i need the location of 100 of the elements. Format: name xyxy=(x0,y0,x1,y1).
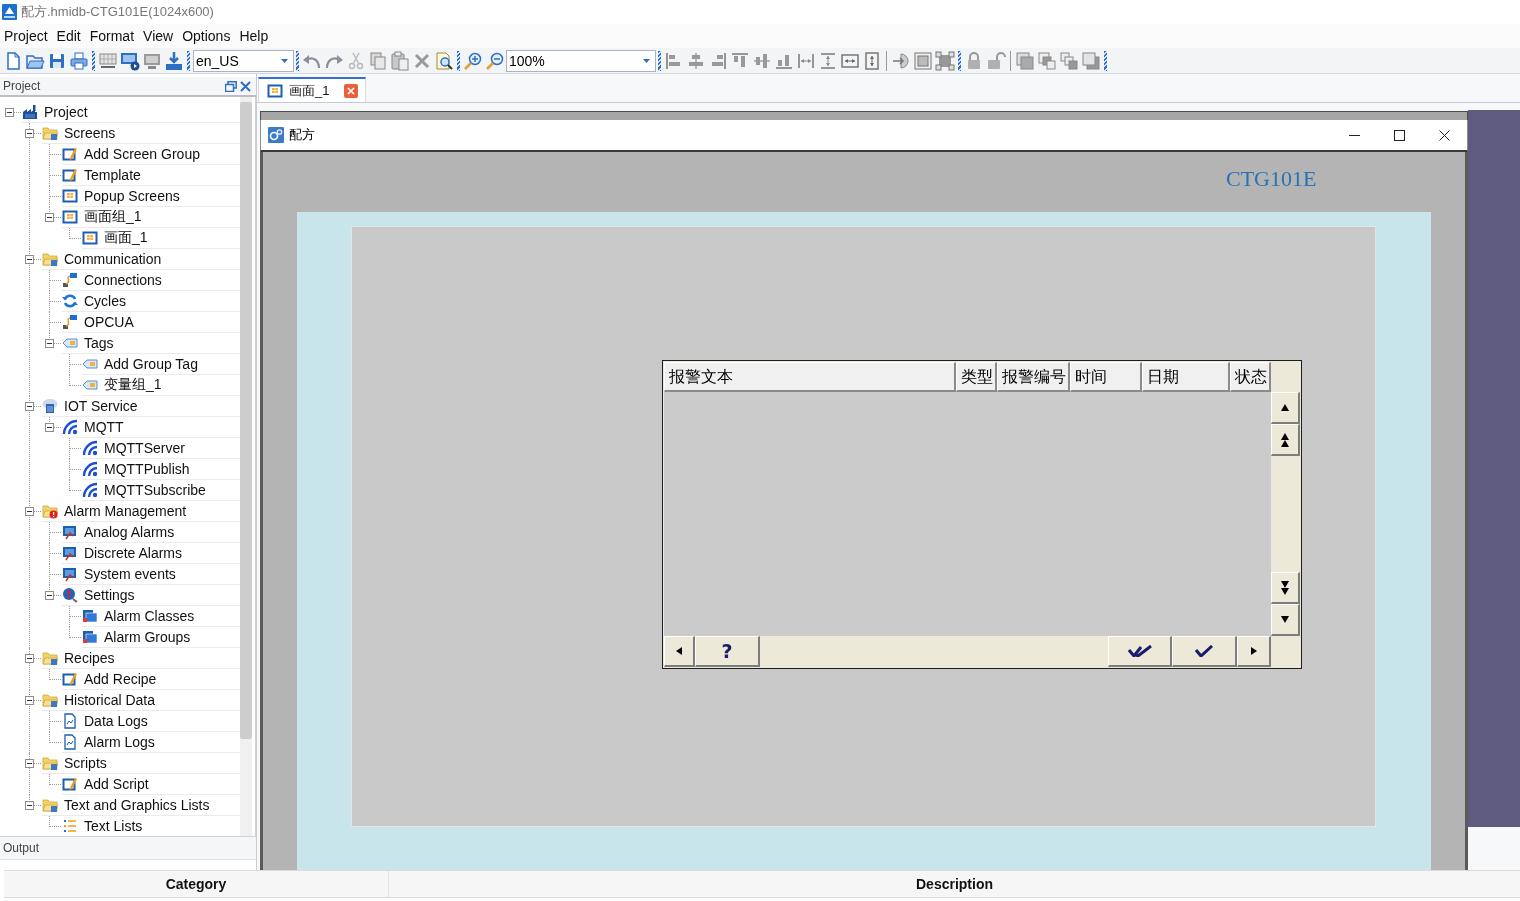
stacked-squares-icon[interactable] xyxy=(1015,50,1035,71)
tree-item[interactable]: Template xyxy=(62,165,240,186)
tree-item[interactable]: Screens xyxy=(42,123,240,144)
tree-item[interactable]: Historical Data xyxy=(42,690,240,711)
collapse-icon[interactable] xyxy=(44,591,54,600)
tree-item[interactable]: Alarm Groups xyxy=(82,627,240,648)
tree-item[interactable]: Connections xyxy=(62,270,240,291)
download-icon[interactable] xyxy=(164,50,184,71)
scroll-left-button[interactable] xyxy=(664,636,695,667)
tree-item[interactable]: Alarm Classes xyxy=(82,606,240,627)
collapse-icon[interactable] xyxy=(24,759,34,768)
acknowledge-button[interactable] xyxy=(1172,636,1237,667)
nested-squares-icon[interactable] xyxy=(913,50,933,71)
collapse-icon[interactable] xyxy=(24,507,34,516)
tree-item[interactable]: Popup Screens xyxy=(62,186,240,207)
tree-item[interactable]: Add Group Tag xyxy=(82,354,240,375)
tree-item[interactable]: Text and Graphics Lists xyxy=(42,795,240,816)
double-triangle-up-icon xyxy=(1281,432,1289,447)
same-height-icon[interactable] xyxy=(862,50,882,71)
tree-item[interactable]: 画面组_1 xyxy=(62,207,240,228)
collapse-icon[interactable] xyxy=(24,402,34,411)
zoom-dropdown[interactable]: 100% xyxy=(506,49,656,72)
tree-item[interactable]: Recipes xyxy=(42,648,240,669)
tree-item[interactable]: MQTTPublish xyxy=(82,459,240,480)
collapse-icon[interactable] xyxy=(44,423,54,432)
vertical-spacing-icon[interactable] xyxy=(818,50,838,71)
tree-item[interactable]: Cycles xyxy=(62,291,240,312)
tree-item[interactable]: 画面_1 xyxy=(82,228,240,249)
tree-item[interactable]: MQTT xyxy=(62,417,240,438)
collapse-icon[interactable] xyxy=(24,696,34,705)
window-title: 配方 xyxy=(289,126,316,144)
factory-icon xyxy=(22,104,38,120)
menu-item[interactable]: Help xyxy=(235,26,274,46)
tree-item[interactable]: Alarm Management xyxy=(42,501,240,522)
stacked-squares-icon[interactable] xyxy=(1059,50,1079,71)
tree-item[interactable]: Scripts xyxy=(42,753,240,774)
grip-icon[interactable] xyxy=(296,50,299,71)
scroll-right-button[interactable] xyxy=(1237,636,1271,667)
tree-item[interactable]: MQTTSubscribe xyxy=(82,480,240,501)
unlock-icon[interactable] xyxy=(986,50,1006,71)
tree-item[interactable]: Settings xyxy=(62,585,240,606)
stacked-squares-icon[interactable] xyxy=(1081,50,1101,71)
arrow-icon[interactable] xyxy=(891,50,911,71)
tree-item[interactable]: System events xyxy=(62,564,240,585)
collapse-icon[interactable] xyxy=(24,129,34,138)
grip-icon[interactable] xyxy=(658,50,661,71)
tree-item[interactable]: Discrete Alarms xyxy=(62,543,240,564)
stacked-squares-icon[interactable] xyxy=(1037,50,1057,71)
grip-icon[interactable] xyxy=(958,50,961,71)
align-center-icon[interactable] xyxy=(686,50,706,71)
tree-item[interactable]: IOT Service xyxy=(42,396,240,417)
selection-handles-icon[interactable] xyxy=(935,50,955,71)
tree-item[interactable]: 变量组_1 xyxy=(82,375,240,396)
copy-icon[interactable] xyxy=(368,50,388,71)
grip-icon[interactable] xyxy=(457,50,460,71)
tree-item[interactable]: Project xyxy=(22,102,240,123)
grid-icon[interactable] xyxy=(98,50,118,71)
tree-item[interactable]: OPCUA xyxy=(62,312,240,333)
document-search-icon[interactable] xyxy=(434,50,454,71)
collapse-icon[interactable] xyxy=(44,339,54,348)
collapse-icon[interactable] xyxy=(4,108,14,117)
tree-item[interactable]: Tags xyxy=(62,333,240,354)
page-down-button[interactable] xyxy=(1271,572,1300,604)
menu-item[interactable]: Options xyxy=(178,26,236,46)
paste-icon[interactable] xyxy=(390,50,410,71)
tree-item[interactable]: Add Script xyxy=(62,774,240,795)
restore-icon[interactable] xyxy=(225,80,237,92)
menu-item[interactable]: Edit xyxy=(52,26,86,46)
printer-icon[interactable] xyxy=(69,50,89,71)
tree-item[interactable]: Analog Alarms xyxy=(62,522,240,543)
help-button[interactable]: ? xyxy=(695,636,760,667)
tree-item[interactable]: Data Logs xyxy=(62,711,240,732)
zoom-out-icon[interactable] xyxy=(485,50,505,71)
grip-icon[interactable] xyxy=(187,50,190,71)
monitor-play-icon[interactable] xyxy=(120,50,140,71)
menu-item[interactable]: View xyxy=(139,26,179,46)
zoom-in-icon[interactable] xyxy=(463,50,483,71)
acknowledge-all-button[interactable] xyxy=(1108,636,1172,667)
monitor-icon xyxy=(62,545,78,561)
folder-icon xyxy=(42,650,58,666)
grip-icon[interactable] xyxy=(1104,50,1107,71)
tree-item[interactable]: Add Recipe xyxy=(62,669,240,690)
tree-item[interactable]: Add Screen Group xyxy=(62,144,240,165)
menu-item[interactable]: Format xyxy=(85,26,140,46)
editor-tab[interactable]: 画面_1 xyxy=(258,77,366,102)
page-up-button[interactable] xyxy=(1271,424,1300,456)
collapse-icon[interactable] xyxy=(24,255,34,264)
language-dropdown[interactable]: en_US xyxy=(193,49,294,72)
tree-item[interactable]: MQTTServer xyxy=(82,438,240,459)
scroll-up-button[interactable] xyxy=(1271,392,1300,424)
tree-item[interactable]: Alarm Logs xyxy=(62,732,240,753)
grip-icon[interactable] xyxy=(92,50,95,71)
scroll-down-button[interactable] xyxy=(1271,604,1300,636)
collapse-icon[interactable] xyxy=(24,654,34,663)
menu-item[interactable]: Project xyxy=(0,26,53,46)
collapse-icon[interactable] xyxy=(24,801,34,810)
collapse-icon[interactable] xyxy=(44,213,54,222)
maximize-icon[interactable] xyxy=(1394,129,1405,141)
close-icon[interactable] xyxy=(1439,129,1450,141)
tree-item[interactable]: Communication xyxy=(42,249,240,270)
